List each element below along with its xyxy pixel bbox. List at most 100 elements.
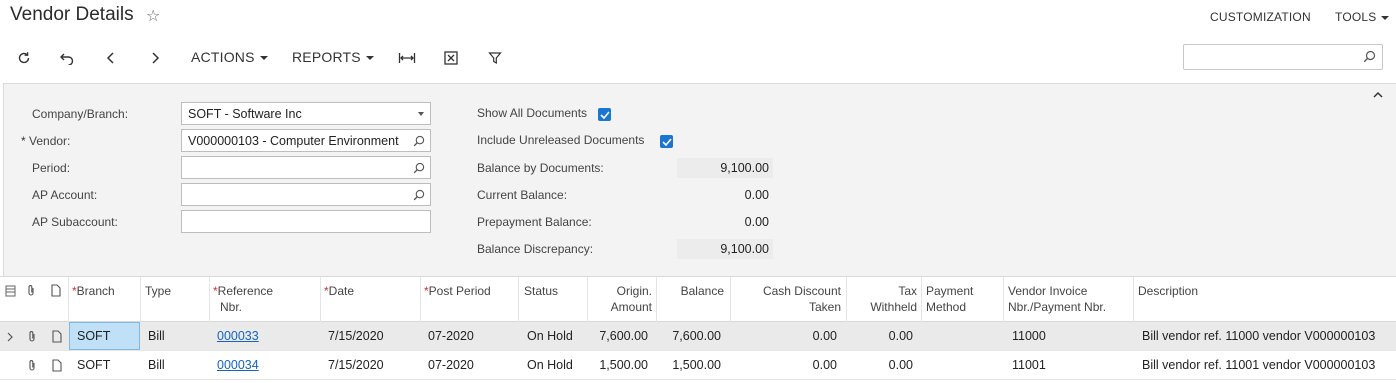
- note-icon[interactable]: [51, 284, 61, 300]
- col-reference-nbr[interactable]: *Reference Nbr.: [213, 283, 273, 315]
- col-date-label: Date: [328, 284, 355, 298]
- prepayment-balance-value: 0.00: [744, 215, 769, 229]
- col-balance-label: Balance: [680, 284, 724, 298]
- cell-tax-withheld: 0.00: [888, 329, 913, 343]
- col-vendor-invoice[interactable]: Vendor Invoice Nbr./Payment Nbr.: [1008, 283, 1106, 315]
- col-post-period-label: Post Period: [428, 284, 491, 298]
- cell-orig-amount: 1,500.00: [599, 358, 648, 372]
- table-row[interactable]: SOFT Bill 000034 7/15/2020 07-2020 On Ho…: [0, 351, 1396, 380]
- col-orig-amount[interactable]: Origin. Amount: [587, 283, 652, 315]
- col-ref-line2: Nbr.: [220, 300, 243, 314]
- note-icon[interactable]: [52, 359, 62, 375]
- tools-label: TOOLS: [1335, 10, 1377, 24]
- col-cash-line2: Taken: [808, 300, 841, 314]
- row-pointer-chevron-icon: [7, 331, 13, 345]
- collapse-chevron-up-icon[interactable]: [1373, 88, 1383, 102]
- include-unreleased-label: Include Unreleased Documents: [477, 133, 645, 147]
- cell-status: On Hold: [527, 358, 573, 372]
- cell-reference-link[interactable]: 000034: [217, 358, 259, 372]
- chevron-down-icon: [365, 56, 374, 61]
- vendor-field[interactable]: V000000103 - Computer Environment: [181, 129, 431, 152]
- vendor-label-text: Vendor:: [29, 134, 71, 148]
- current-balance-value: 0.00: [744, 188, 769, 202]
- attachment-icon[interactable]: [27, 330, 37, 346]
- cell-orig-amount: 7,600.00: [599, 329, 648, 343]
- export-excel-icon[interactable]: [440, 48, 462, 68]
- col-payment-method[interactable]: Payment Method: [926, 283, 973, 315]
- balance-by-documents-value: 9,100.00: [677, 158, 773, 178]
- search-icon[interactable]: [413, 135, 425, 150]
- filter-icon[interactable]: [484, 48, 506, 68]
- col-description[interactable]: Description: [1138, 283, 1198, 299]
- grid-header: *Branch Type *Reference Nbr. *Date *Post …: [0, 276, 1396, 323]
- cell-description: Bill vendor ref. 11000 vendor V000000103: [1142, 329, 1376, 343]
- period-label: Period:: [32, 161, 71, 175]
- cell-reference-link[interactable]: 000033: [217, 329, 259, 343]
- col-type-label: Type: [145, 284, 172, 298]
- vendor-value: V000000103 - Computer Environment: [188, 134, 399, 148]
- col-type[interactable]: Type: [145, 283, 171, 299]
- cell-post-period: 07-2020: [428, 358, 474, 372]
- cell-type: Bill: [148, 358, 165, 372]
- documents-grid: *Branch Type *Reference Nbr. *Date *Post …: [0, 276, 1396, 383]
- cell-branch: SOFT: [77, 329, 111, 343]
- actions-menu[interactable]: ACTIONS: [191, 49, 268, 65]
- note-icon[interactable]: [52, 330, 62, 346]
- undo-icon[interactable]: [56, 48, 78, 68]
- include-unreleased-checkbox[interactable]: [660, 135, 673, 148]
- company-branch-select[interactable]: SOFT - Software Inc: [181, 102, 431, 125]
- cell-balance: 1,500.00: [672, 358, 721, 372]
- ap-account-field[interactable]: [181, 183, 431, 206]
- col-vinv-line1: Vendor Invoice: [1008, 284, 1088, 298]
- row-selector-icon[interactable]: [5, 285, 16, 300]
- search-icon[interactable]: [413, 189, 425, 204]
- current-balance-label: Current Balance:: [477, 188, 568, 202]
- col-status-label: Status: [524, 284, 559, 298]
- search-icon[interactable]: [1363, 50, 1376, 66]
- reports-label: REPORTS: [292, 49, 361, 65]
- ap-subaccount-field[interactable]: [181, 210, 431, 233]
- reports-menu[interactable]: REPORTS: [292, 49, 374, 65]
- attachment-icon[interactable]: [27, 359, 37, 375]
- chevron-down-icon: [1381, 15, 1390, 20]
- cell-cash-discount: 0.00: [812, 358, 837, 372]
- search-input[interactable]: [1183, 44, 1383, 70]
- balance-discrepancy-label: Balance Discrepancy:: [477, 242, 594, 256]
- cell-vendor-invoice: 11000: [1012, 329, 1046, 343]
- fit-to-screen-icon[interactable]: [396, 48, 418, 68]
- col-cash-discount[interactable]: Cash Discount Taken: [730, 283, 841, 315]
- tools-menu[interactable]: TOOLS: [1335, 10, 1390, 24]
- required-asterisk: *: [21, 134, 30, 148]
- cell-type: Bill: [148, 329, 165, 343]
- balance-by-documents-label: Balance by Documents:: [477, 161, 604, 175]
- col-post-period[interactable]: *Post Period: [424, 283, 491, 299]
- col-branch[interactable]: *Branch: [72, 283, 115, 299]
- chevron-down-icon: [259, 56, 268, 61]
- next-icon[interactable]: [144, 48, 166, 68]
- col-date[interactable]: *Date: [324, 283, 354, 299]
- cell-post-period: 07-2020: [428, 329, 474, 343]
- col-description-label: Description: [1138, 284, 1199, 298]
- cell-date: 7/15/2020: [328, 329, 384, 343]
- cell-branch: SOFT: [77, 358, 111, 372]
- col-tax-withheld[interactable]: Tax Withheld: [846, 283, 917, 315]
- show-all-documents-checkbox[interactable]: [598, 108, 611, 121]
- col-vinv-line2: Nbr./Payment Nbr.: [1008, 300, 1107, 314]
- col-tax-line1: Tax: [898, 284, 917, 298]
- table-row[interactable]: SOFT Bill 000033 7/15/2020 07-2020 On Ho…: [0, 322, 1396, 351]
- customization-menu[interactable]: CUSTOMIZATION: [1210, 10, 1311, 24]
- cell-tax-withheld: 0.00: [888, 358, 913, 372]
- attachment-icon[interactable]: [26, 284, 36, 300]
- cell-status: On Hold: [527, 329, 573, 343]
- col-orig-line2: Amount: [610, 300, 652, 314]
- favorite-star-icon[interactable]: ☆: [146, 6, 160, 26]
- ap-account-label: AP Account:: [32, 188, 98, 202]
- show-all-documents-label: Show All Documents: [477, 106, 588, 120]
- col-status[interactable]: Status: [524, 283, 558, 299]
- search-icon[interactable]: [413, 162, 425, 177]
- col-tax-line2: Withheld: [870, 300, 917, 314]
- period-field[interactable]: [181, 156, 431, 179]
- refresh-icon[interactable]: [13, 48, 35, 68]
- previous-icon[interactable]: [100, 48, 122, 68]
- col-balance[interactable]: Balance: [656, 283, 724, 299]
